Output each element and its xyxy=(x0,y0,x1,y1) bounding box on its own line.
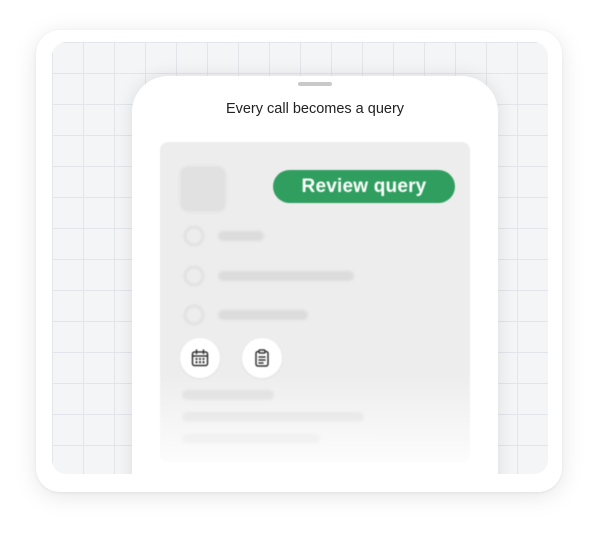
radio-placeholder xyxy=(184,266,204,286)
clipboard-button[interactable] xyxy=(242,338,282,378)
clipboard-icon xyxy=(255,349,269,367)
grid-background: Every call becomes a query Review query xyxy=(52,42,548,474)
phone-mockup: Every call becomes a query Review query xyxy=(132,76,498,474)
phone-notch xyxy=(298,82,332,86)
calendar-button[interactable] xyxy=(180,338,220,378)
radio-placeholder xyxy=(184,305,204,325)
text-placeholder xyxy=(182,434,320,444)
text-placeholder xyxy=(182,412,364,422)
calendar-icon xyxy=(191,349,209,367)
query-panel: Review query xyxy=(160,142,470,462)
illustration-card: Every call becomes a query Review query xyxy=(36,30,562,492)
review-query-button[interactable]: Review query xyxy=(273,170,455,203)
radio-placeholder xyxy=(184,226,204,246)
text-placeholder xyxy=(182,390,274,400)
text-placeholder xyxy=(218,271,354,281)
thumbnail-placeholder xyxy=(180,166,226,212)
text-placeholder xyxy=(218,310,308,320)
phone-title: Every call becomes a query xyxy=(225,101,405,117)
text-placeholder xyxy=(218,231,264,241)
